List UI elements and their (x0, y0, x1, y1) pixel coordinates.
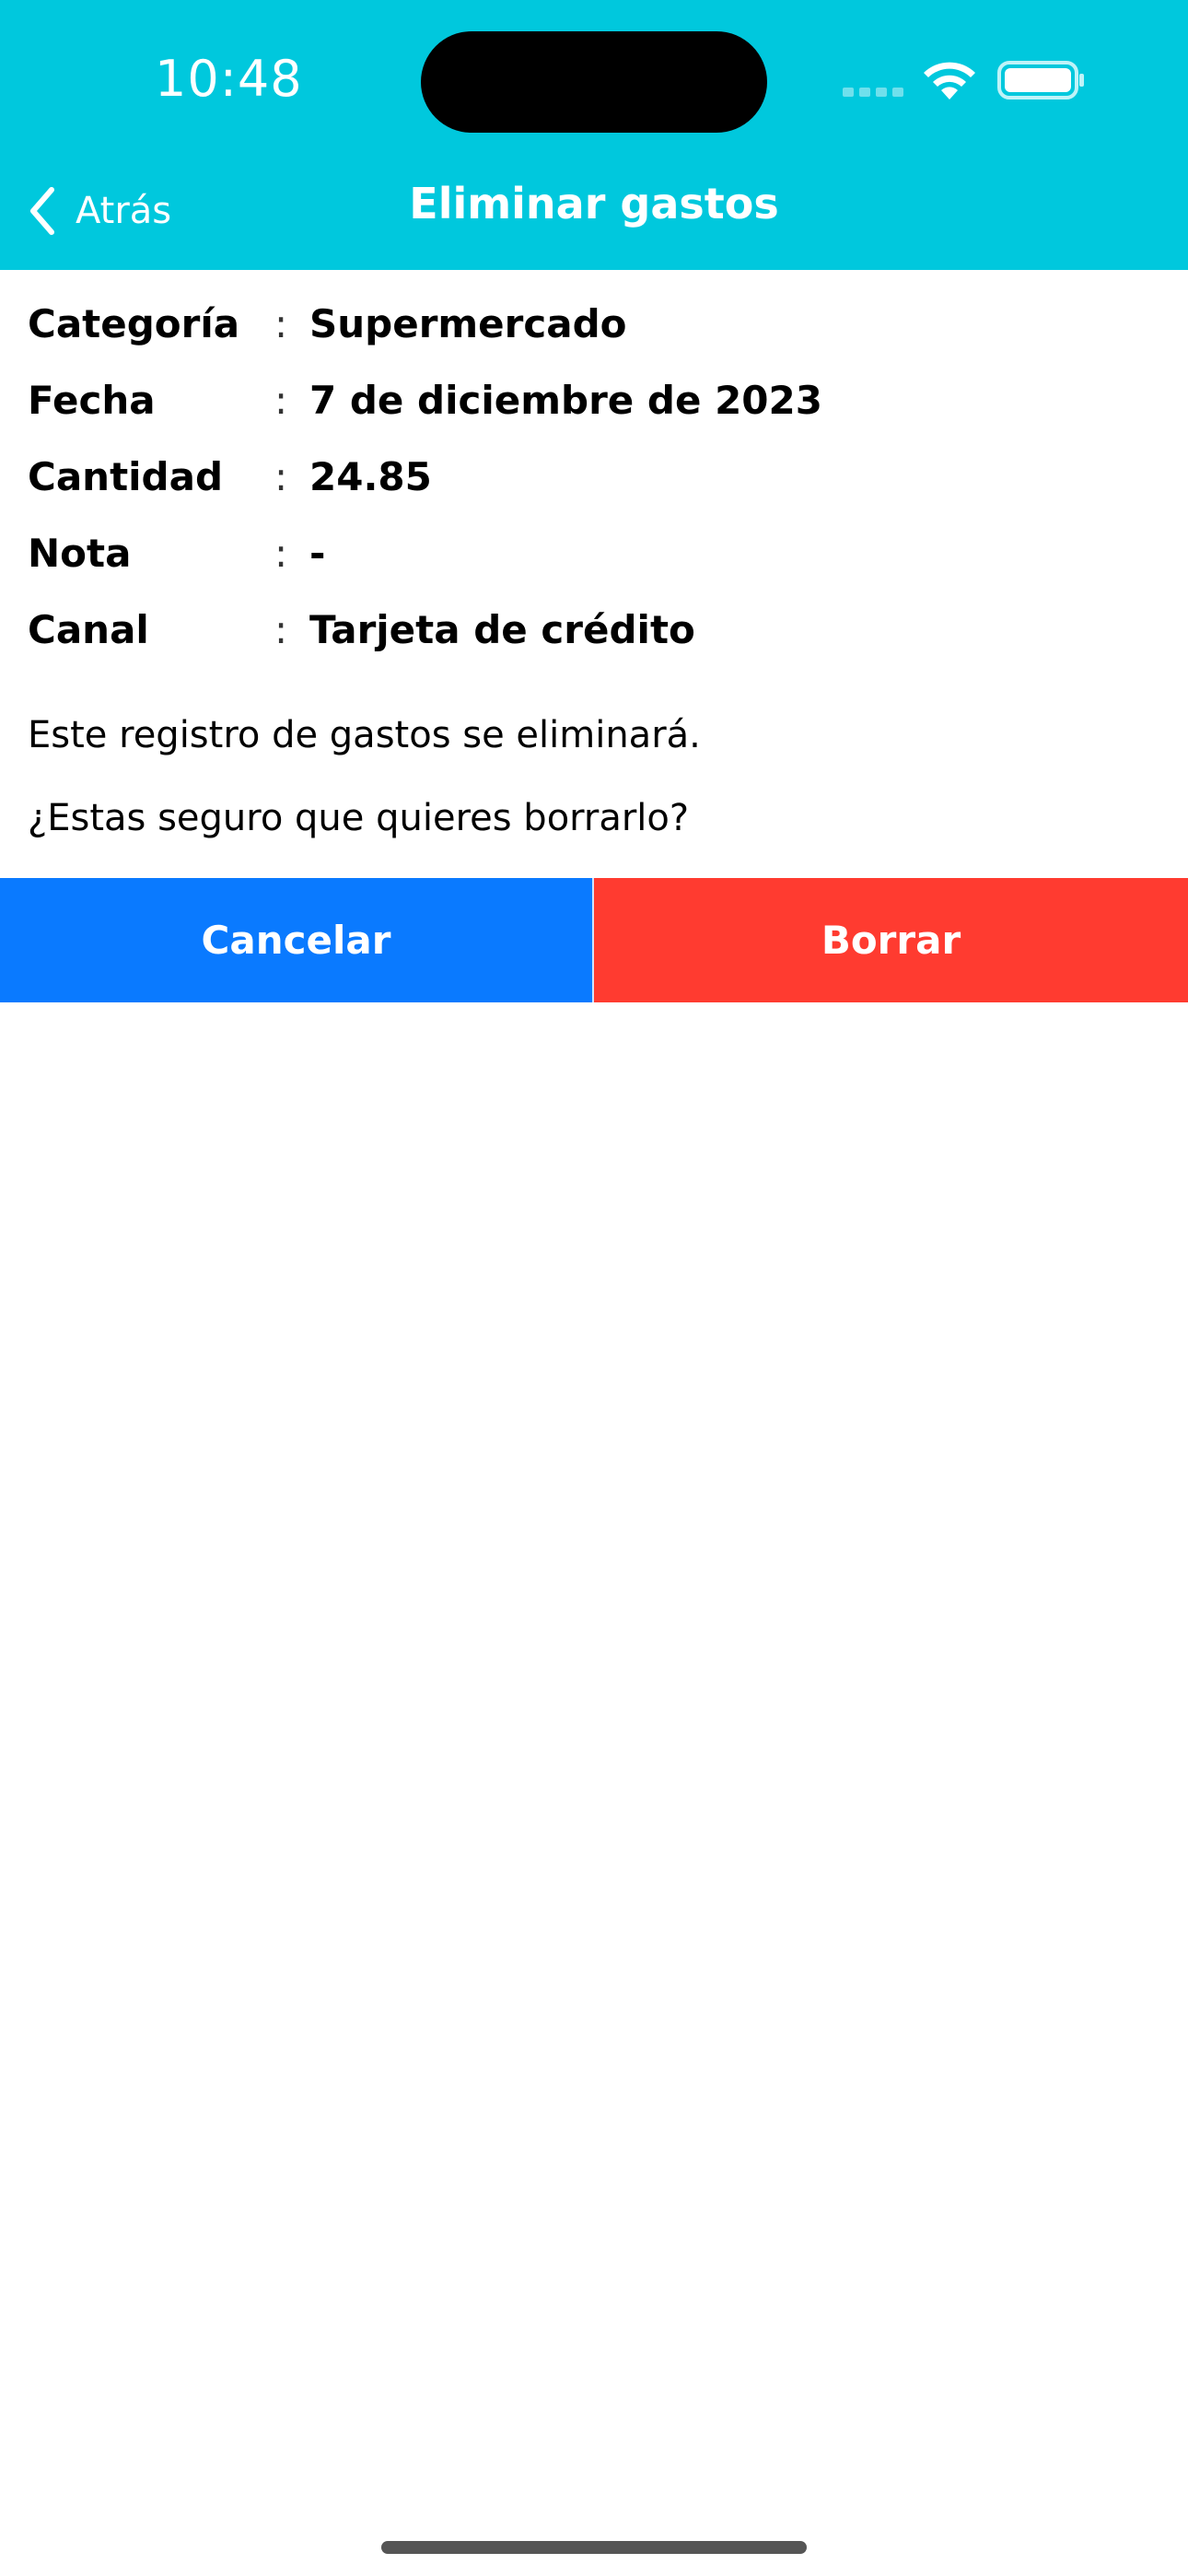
detail-label: Fecha (28, 378, 156, 423)
detail-label: Canal (28, 607, 149, 652)
detail-value: 7 de diciembre de 2023 (309, 378, 822, 423)
delete-button[interactable]: Borrar (594, 878, 1188, 1002)
detail-value: Supermercado (309, 301, 627, 346)
detail-separator: : (274, 531, 288, 576)
detail-value: 24.85 (309, 454, 432, 499)
detail-separator: : (274, 607, 288, 652)
detail-row-note: Nota : - (28, 522, 1160, 599)
detail-value: - (309, 531, 326, 576)
detail-label: Nota (28, 531, 132, 576)
home-indicator[interactable] (381, 2541, 807, 2554)
detail-label: Categoría (28, 301, 240, 346)
dynamic-island (421, 31, 767, 133)
detail-row-date: Fecha : 7 de diciembre de 2023 (28, 369, 1160, 446)
detail-value: Tarjeta de crédito (309, 607, 695, 652)
cancel-button[interactable]: Cancelar (0, 878, 594, 1002)
detail-row-channel: Canal : Tarjeta de crédito (28, 599, 1160, 675)
expense-details: Categoría : Supermercado Fecha : 7 de di… (28, 293, 1160, 675)
detail-separator: : (274, 454, 288, 499)
detail-row-amount: Cantidad : 24.85 (28, 446, 1160, 522)
detail-row-category: Categoría : Supermercado (28, 293, 1160, 369)
detail-separator: : (274, 301, 288, 346)
warning-message: Este registro de gastos se eliminará. (28, 714, 701, 756)
action-buttons: Cancelar Borrar (0, 878, 1188, 1002)
detail-separator: : (274, 378, 288, 423)
page-title: Eliminar gastos (409, 179, 779, 228)
status-time: 10:48 (155, 50, 303, 108)
header-bar: 10:48 Atrás Eliminar gastos (0, 0, 1188, 270)
battery-icon (997, 61, 1084, 100)
detail-label: Cantidad (28, 454, 224, 499)
cellular-signal-icon (843, 88, 903, 97)
confirm-question: ¿Estas seguro que quieres borrarlo? (28, 797, 690, 839)
wifi-icon (924, 62, 975, 100)
